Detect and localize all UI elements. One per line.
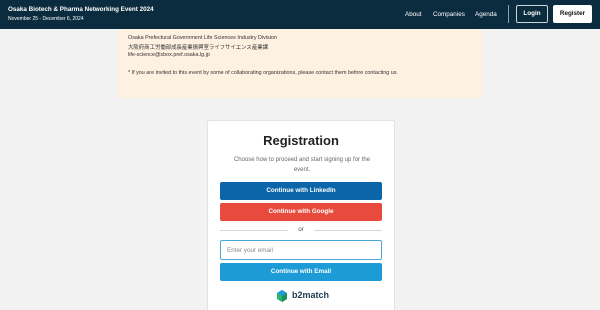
contact-email-link[interactable]: life-science@sbox.pref.osaka.lg.jp xyxy=(128,52,210,58)
registration-subtitle: Choose how to proceed and start signing … xyxy=(233,157,371,173)
invitation-note: * If you are invited to this event by so… xyxy=(128,70,398,76)
registration-title: Registration xyxy=(263,133,339,148)
nav-link-agenda[interactable]: Agenda xyxy=(475,11,497,18)
contact-organization-en: Osaka Prefectural Government Life Scienc… xyxy=(128,35,277,41)
b2match-logo-icon xyxy=(277,290,287,302)
continue-with-google-button[interactable]: Continue with Google xyxy=(220,203,382,221)
contact-info-panel: Osaka Prefectural Government Life Scienc… xyxy=(118,29,482,98)
top-navigation-bar: Osaka Biotech & Pharma Networking Event … xyxy=(0,0,600,29)
nav-divider xyxy=(508,5,509,23)
event-title[interactable]: Osaka Biotech & Pharma Networking Event … xyxy=(8,6,154,13)
event-dates: November 25 - December 6, 2024 xyxy=(8,16,84,22)
b2match-brand[interactable]: b2match xyxy=(275,289,335,303)
b2match-brand-name: b2match xyxy=(292,290,330,300)
registration-card: Registration Choose how to proceed and s… xyxy=(207,120,395,310)
or-separator: or xyxy=(220,225,382,235)
contact-organization-ja: 大阪府商工労働部成長産業振興室ライフサイエンス産業課 xyxy=(128,45,268,51)
email-input[interactable] xyxy=(220,240,382,260)
login-button[interactable]: Login xyxy=(516,5,548,23)
nav-link-about[interactable]: About xyxy=(405,11,421,18)
register-button[interactable]: Register xyxy=(553,5,592,23)
continue-with-email-button[interactable]: Continue with Email xyxy=(220,263,382,281)
separator-line-right xyxy=(314,230,382,231)
continue-with-linkedin-button[interactable]: Continue with LinkedIn xyxy=(220,182,382,200)
nav-link-companies[interactable]: Companies xyxy=(433,11,465,18)
